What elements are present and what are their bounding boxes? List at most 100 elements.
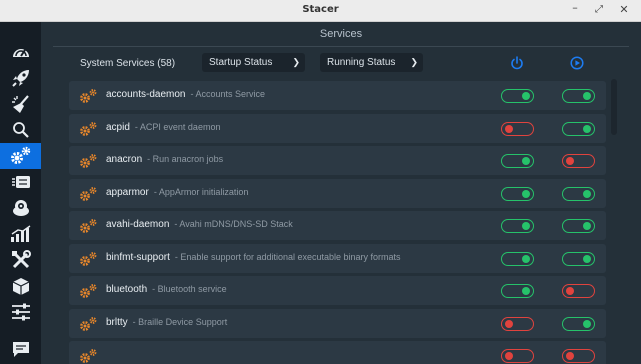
sidebar-item-startup-apps[interactable] [0, 65, 41, 91]
service-row[interactable]: avahi-daemon - Avahi mDNS/DNS-SD Stack [69, 211, 606, 240]
running-status-dropdown[interactable]: Running Status ❯ [320, 53, 423, 72]
running-toggle[interactable] [562, 154, 595, 168]
page-title: Services [319, 28, 363, 40]
sidebar-item-search[interactable] [0, 117, 41, 143]
chevron-down-icon: ❯ [410, 57, 418, 67]
toggle-knob [566, 287, 574, 295]
toggle-knob [522, 287, 530, 295]
toggle-knob [583, 92, 591, 100]
running-toggle[interactable] [562, 284, 595, 298]
sidebar [0, 22, 41, 364]
services-panel: Services System Services (58) Startup St… [41, 22, 641, 364]
sidebar-item-services[interactable] [0, 143, 41, 169]
running-toggle[interactable] [562, 349, 595, 363]
toggle-knob [505, 124, 513, 133]
maximize-button[interactable]: ⤢ [592, 3, 606, 17]
service-name: anacron - Run anacron jobs [106, 154, 224, 165]
sidebar-item-feedback[interactable] [0, 336, 41, 362]
service-description: - AppArmor initialization [153, 186, 249, 197]
play-circle-icon [570, 56, 584, 70]
service-gear-icon [79, 121, 99, 142]
running-toggle[interactable] [562, 219, 595, 233]
box-icon [12, 278, 29, 295]
startup-toggle[interactable] [501, 316, 534, 331]
toggle-knob [522, 222, 530, 230]
startup-status-label: Startup Status [209, 57, 273, 68]
service-row[interactable]: apparmor - AppArmor initialization [69, 178, 606, 208]
window-title-bar: Stacer – ⤢ ✕ [0, 0, 641, 22]
toggle-knob [583, 189, 591, 198]
bar-chart-icon [10, 225, 30, 242]
startup-toggle[interactable] [501, 349, 534, 363]
service-gear-icon [79, 218, 99, 239]
sidebar-item-settings[interactable] [0, 299, 41, 325]
toggle-knob [522, 254, 530, 263]
sidebar-item-dashboard[interactable] [0, 39, 41, 65]
rocket-icon [11, 70, 29, 87]
sidebar-item-resources[interactable] [0, 221, 41, 247]
toggle-knob [583, 254, 591, 263]
scrollbar[interactable] [611, 79, 617, 135]
gears-icon [10, 146, 30, 164]
service-description: - Run anacron jobs [147, 154, 224, 164]
divider [53, 46, 629, 47]
service-description: - Enable support for additional executab… [174, 251, 401, 262]
service-row[interactable] [69, 341, 606, 364]
minimize-button[interactable]: – [568, 1, 582, 15]
service-name: avahi-daemon - Avahi mDNS/DNS-SD Stack [106, 219, 293, 230]
toggle-knob [566, 352, 574, 360]
toggle-knob [583, 124, 591, 133]
service-description: - Accounts Service [190, 89, 266, 99]
processor-icon [11, 176, 30, 188]
broom-icon [11, 95, 29, 113]
search-icon [12, 122, 29, 138]
startup-toggle[interactable] [501, 284, 534, 298]
startup-toggle[interactable] [501, 219, 534, 233]
service-gear-icon [79, 153, 99, 174]
speedometer-icon [12, 49, 29, 57]
running-toggle[interactable] [562, 186, 595, 201]
service-row[interactable]: accounts-daemon - Accounts Service [69, 81, 606, 110]
sidebar-item-system-cleaner[interactable] [0, 91, 41, 117]
window-title: Stacer [302, 4, 339, 15]
chevron-down-icon: ❯ [292, 57, 300, 67]
service-row[interactable]: bluetooth - Bluetooth service [69, 276, 606, 305]
service-gear-icon [79, 316, 99, 337]
message-icon [12, 342, 29, 357]
sidebar-item-processes[interactable] [0, 169, 41, 195]
running-toggle[interactable] [562, 89, 595, 103]
toggle-knob [522, 189, 530, 198]
toggle-knob [505, 319, 513, 328]
startup-toggle[interactable] [501, 186, 534, 201]
close-button[interactable]: ✕ [617, 3, 631, 17]
service-description: - ACPI event daemon [134, 121, 221, 132]
startup-toggle[interactable] [501, 154, 534, 168]
package-icon [12, 200, 29, 216]
startup-toggle[interactable] [501, 121, 534, 136]
service-description: - Bluetooth service [152, 284, 227, 294]
sidebar-item-uninstaller[interactable] [0, 195, 41, 221]
service-gear-icon [79, 186, 99, 207]
service-list: accounts-daemon - Accounts Service acpid - … [69, 81, 606, 364]
startup-toggle[interactable] [501, 251, 534, 266]
sidebar-item-apt-repository[interactable] [0, 273, 41, 299]
service-count-label: System Services (58) [80, 58, 176, 69]
service-row[interactable]: acpid - ACPI event daemon [69, 113, 606, 143]
sliders-icon [11, 303, 30, 321]
tools-icon [11, 250, 31, 269]
service-row[interactable]: brltty - Braille Device Support [69, 308, 606, 338]
service-gear-icon [79, 283, 99, 304]
toggle-knob [505, 352, 513, 360]
service-row[interactable]: binfmt-support - Enable support for addit… [69, 243, 606, 273]
toggle-knob [522, 92, 530, 100]
running-toggle[interactable] [562, 251, 595, 266]
running-toggle[interactable] [562, 121, 595, 136]
sidebar-item-helpers[interactable] [0, 247, 41, 273]
service-name: accounts-daemon - Accounts Service [106, 89, 266, 100]
running-status-label: Running Status [327, 57, 396, 68]
running-toggle[interactable] [562, 316, 595, 331]
service-row[interactable]: anacron - Run anacron jobs [69, 146, 606, 175]
startup-status-dropdown[interactable]: Startup Status ❯ [202, 53, 305, 72]
startup-toggle[interactable] [501, 89, 534, 103]
toggle-knob [566, 157, 574, 165]
